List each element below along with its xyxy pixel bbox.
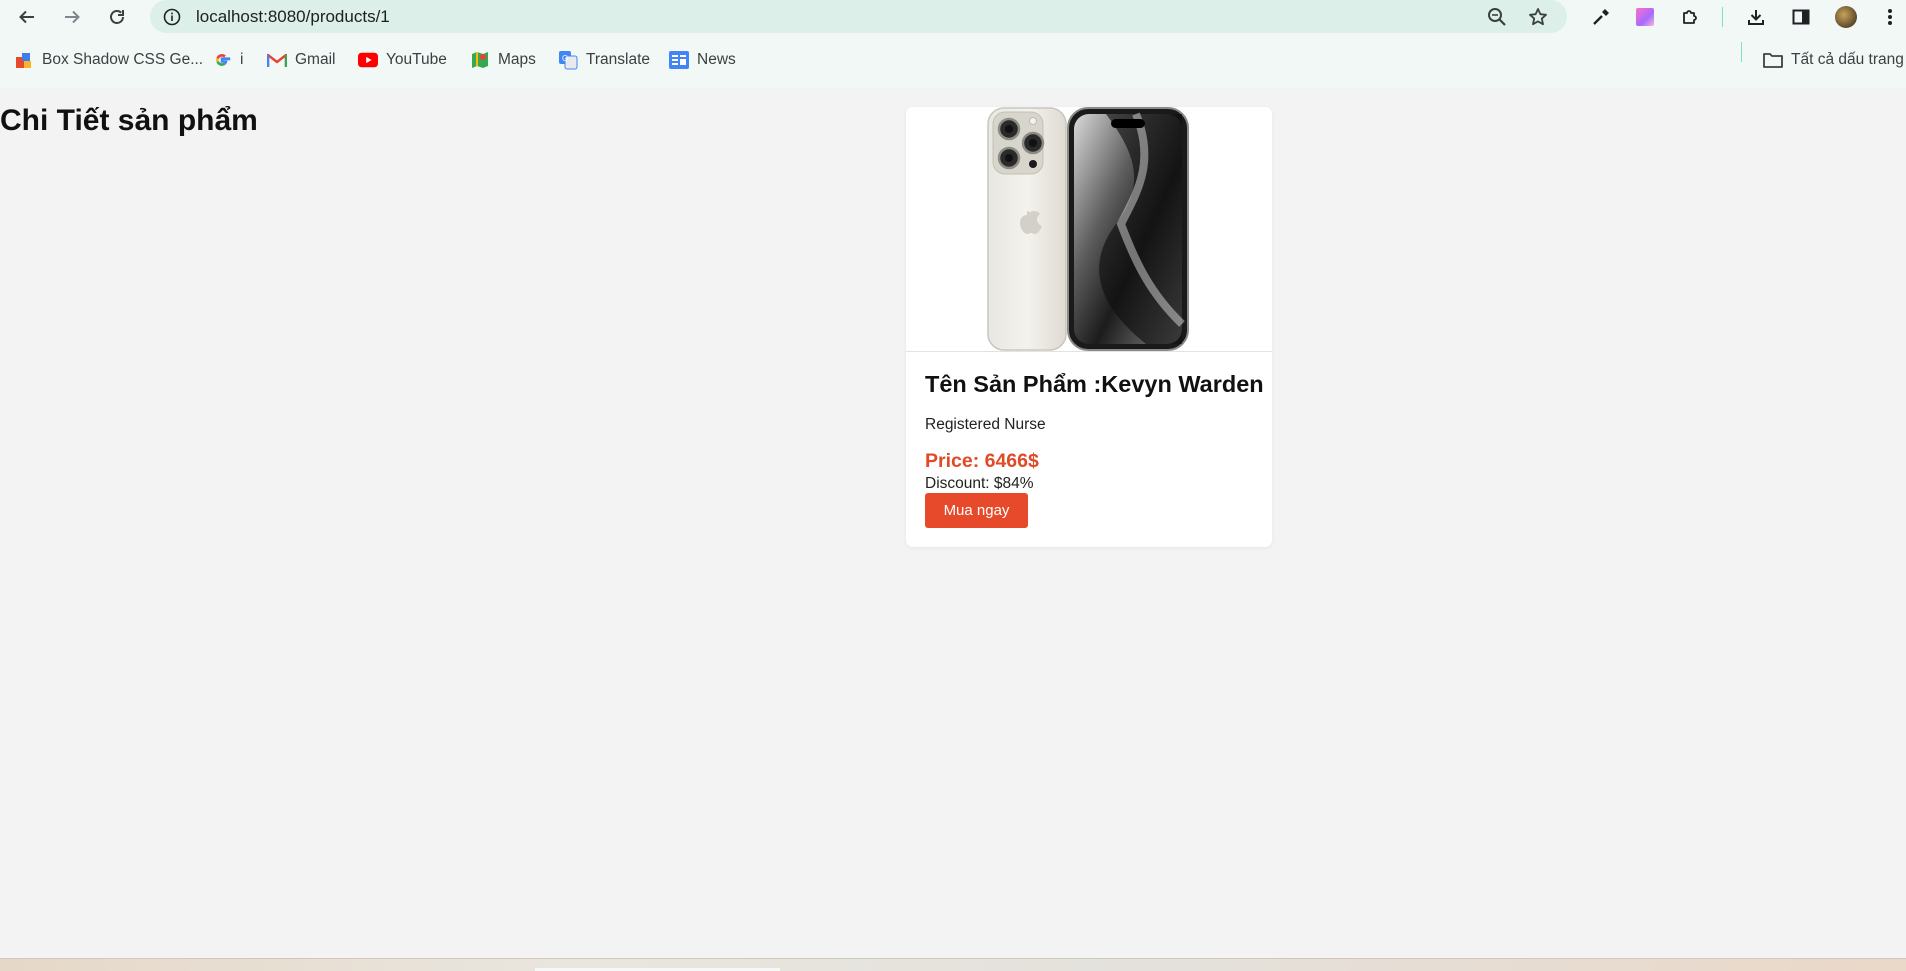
forward-button[interactable] (59, 4, 85, 30)
folder-icon (1763, 50, 1783, 70)
back-arrow-icon (19, 10, 34, 24)
bookmark-box-shadow[interactable]: Box Shadow CSS Ge... (14, 48, 203, 72)
bookmark-youtube[interactable]: YouTube (358, 48, 447, 72)
news-icon (669, 50, 689, 70)
product-discount: Discount: $84% (925, 475, 1034, 492)
product-price: Price: 6466$ (925, 450, 1039, 472)
toolbar-separator (1722, 7, 1723, 27)
gmail-icon (267, 50, 287, 70)
product-name: Tên Sản Phẩm :Kevyn Warden (925, 371, 1264, 397)
bookmark-maps[interactable]: Maps (470, 48, 536, 72)
download-icon[interactable] (1744, 5, 1768, 29)
zoom-icon[interactable] (1486, 6, 1508, 28)
bookmarks-separator (1741, 42, 1742, 62)
iphone-product-image (906, 107, 1272, 352)
box-shadow-icon (14, 50, 34, 70)
google-icon (212, 50, 232, 70)
bookmarks-bar: Box Shadow CSS Ge... i Gmail YouTube Map… (0, 34, 1906, 88)
bookmark-google[interactable]: i (212, 48, 243, 72)
buy-now-button[interactable]: Mua ngay (925, 493, 1028, 528)
reload-icon (110, 10, 124, 24)
translate-icon: G (558, 50, 578, 70)
product-description: Registered Nurse (925, 416, 1046, 433)
eyedropper-extension-icon[interactable] (1589, 5, 1613, 29)
profile-avatar[interactable] (1834, 5, 1858, 29)
bookmark-news[interactable]: News (669, 48, 736, 72)
address-bar[interactable]: localhost:8080/products/1 (150, 0, 1567, 33)
page-title: Chi Tiết sản phẩm (0, 104, 258, 137)
extensions-puzzle-icon[interactable] (1678, 5, 1702, 29)
youtube-icon (358, 50, 378, 70)
taskbar (0, 958, 1906, 971)
gradient-extension-icon[interactable] (1633, 5, 1657, 29)
product-card: Tên Sản Phẩm :Kevyn Warden Registered Nu… (906, 107, 1272, 547)
side-panel-icon[interactable] (1789, 5, 1813, 29)
url-text[interactable]: localhost:8080/products/1 (196, 7, 390, 27)
maps-icon (470, 50, 490, 70)
all-bookmarks-button[interactable]: Tất cả dấu trang (1763, 48, 1904, 72)
reload-button[interactable] (104, 4, 130, 30)
bookmark-translate[interactable]: G Translate (558, 48, 650, 72)
site-info-icon[interactable] (162, 7, 182, 27)
bookmark-star-icon[interactable] (1527, 6, 1549, 28)
forward-arrow-icon (65, 10, 80, 24)
back-button[interactable] (14, 4, 40, 30)
menu-dots-icon[interactable] (1880, 5, 1900, 29)
bookmark-gmail[interactable]: Gmail (267, 48, 335, 72)
svg-text:G: G (562, 54, 568, 63)
browser-toolbar: localhost:8080/products/1 (0, 0, 1906, 34)
